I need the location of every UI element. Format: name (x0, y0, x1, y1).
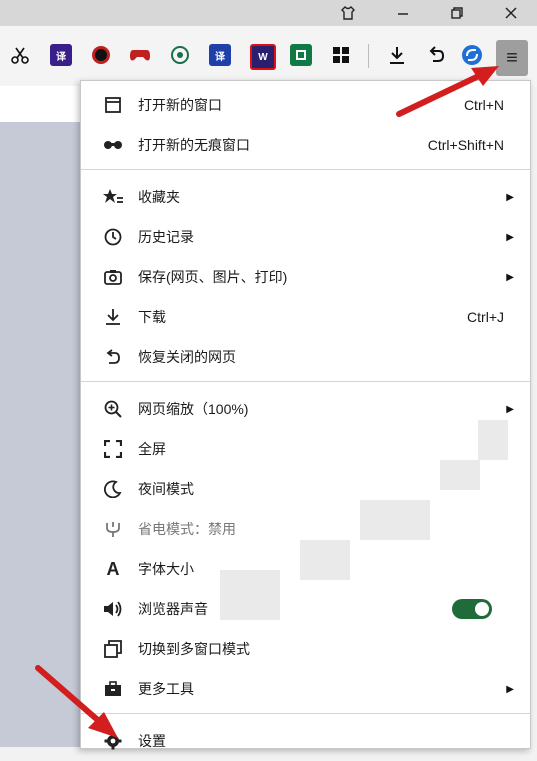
page-content (0, 122, 80, 747)
menu-item-label: 全屏 (138, 441, 166, 457)
menu-item-label: 保存(网页、图片、打印) (138, 269, 288, 285)
submenu-arrow-icon: ▶ (506, 191, 514, 203)
menu-item-label: 切换到多窗口模式 (138, 641, 250, 657)
menu-item-label: 设置 (138, 733, 166, 749)
toolbox-icon (103, 679, 123, 699)
watermark-block (300, 540, 350, 580)
translate-ext-icon[interactable]: 译 (50, 44, 72, 66)
shirt-icon[interactable] (328, 0, 368, 26)
minimize-icon[interactable] (383, 0, 423, 26)
menu-item-label: 打开新的无痕窗口 (138, 137, 250, 153)
watermark-block (360, 500, 430, 540)
restore-icon[interactable] (437, 0, 477, 26)
plug-icon (103, 519, 123, 539)
gear-icon (103, 731, 123, 751)
menu-item-new-window[interactable]: 打开新的窗口 Ctrl+N (81, 85, 530, 125)
menu-item-label: 恢复关闭的网页 (138, 349, 236, 365)
menu-item-label: 收藏夹 (138, 189, 180, 205)
clock-icon (103, 227, 123, 247)
record-ext-icon[interactable] (90, 44, 112, 66)
fan-ext-icon[interactable] (169, 44, 191, 66)
menu-item-label: 打开新的窗口 (138, 97, 222, 113)
undo-icon[interactable] (425, 44, 447, 66)
menu-item-label: 省电模式：禁用 (138, 521, 236, 537)
translate2-ext-icon[interactable]: 译 (209, 44, 231, 66)
shortcut-label: Ctrl+Shift+N (427, 137, 504, 153)
main-menu-button[interactable]: ≡ (496, 40, 528, 76)
window-icon (103, 95, 123, 115)
menu-item-restore-closed[interactable]: 恢复关闭的网页 (81, 337, 530, 377)
watermark-block (478, 420, 508, 460)
speaker-icon (103, 599, 123, 619)
submenu-arrow-icon: ▶ (506, 403, 514, 415)
star-list-icon (103, 187, 123, 207)
menu-divider (81, 381, 530, 382)
menu-item-label: 更多工具 (138, 681, 194, 697)
shortcut-label: Ctrl+J (467, 309, 504, 325)
submenu-arrow-icon: ▶ (506, 271, 514, 283)
download-icon[interactable] (386, 44, 408, 66)
submenu-arrow-icon: ▶ (506, 683, 514, 695)
download-icon (103, 307, 123, 327)
incognito-icon (103, 135, 123, 155)
gamepad-ext-icon[interactable] (129, 44, 151, 66)
restore-tab-icon (103, 347, 123, 367)
menu-item-zoom[interactable]: 网页缩放（100%) ▶ (81, 389, 530, 429)
moon-icon (103, 479, 123, 499)
menu-item-label: 夜间模式 (138, 481, 194, 497)
multi-window-icon (103, 639, 123, 659)
menu-item-downloads[interactable]: 下载 Ctrl+J (81, 297, 530, 337)
title-bar (0, 0, 537, 26)
scissors-icon[interactable] (9, 44, 31, 66)
watermark-block (220, 570, 280, 620)
fullscreen-icon (103, 439, 123, 459)
book-ext-icon[interactable] (290, 44, 312, 66)
menu-item-multi-window[interactable]: 切换到多窗口模式 (81, 629, 530, 669)
menu-divider (81, 169, 530, 170)
menu-item-browser-sound[interactable]: 浏览器声音 (81, 589, 530, 629)
sound-toggle[interactable] (452, 599, 492, 619)
shortcut-label: Ctrl+N (463, 97, 504, 113)
watermark-block (440, 460, 480, 490)
menu-item-label: 网页缩放（100%) (138, 401, 249, 417)
font-size-icon: A (106, 558, 120, 579)
close-icon[interactable] (491, 0, 531, 26)
menu-item-bookmarks[interactable]: 收藏夹 ▶ (81, 177, 530, 217)
menu-item-label: 下载 (138, 309, 166, 325)
page-content-top (0, 86, 80, 122)
zoom-in-icon (103, 399, 123, 419)
main-menu: 打开新的窗口 Ctrl+N 打开新的无痕窗口 Ctrl+Shift+N 收藏夹 … (80, 80, 531, 750)
menu-item-new-incognito[interactable]: 打开新的无痕窗口 Ctrl+Shift+N (81, 125, 530, 165)
menu-item-more-tools[interactable]: 更多工具 ▶ (81, 669, 530, 709)
menu-item-settings[interactable]: 设置 (81, 721, 530, 761)
apps-grid-icon[interactable] (330, 44, 352, 66)
menu-divider (81, 713, 530, 714)
w-ext-icon[interactable]: W (250, 44, 276, 70)
menu-item-label: 历史记录 (138, 229, 194, 245)
menu-item-label: 浏览器声音 (138, 601, 208, 617)
menu-item-save[interactable]: 保存(网页、图片、打印) ▶ (81, 257, 530, 297)
submenu-arrow-icon: ▶ (506, 231, 514, 243)
toolbar-separator (368, 44, 369, 68)
menu-item-history[interactable]: 历史记录 ▶ (81, 217, 530, 257)
camera-icon (103, 267, 123, 287)
menu-item-label: 字体大小 (138, 561, 194, 577)
toggle-knob (475, 602, 489, 616)
sync-ext-icon[interactable] (461, 44, 483, 66)
